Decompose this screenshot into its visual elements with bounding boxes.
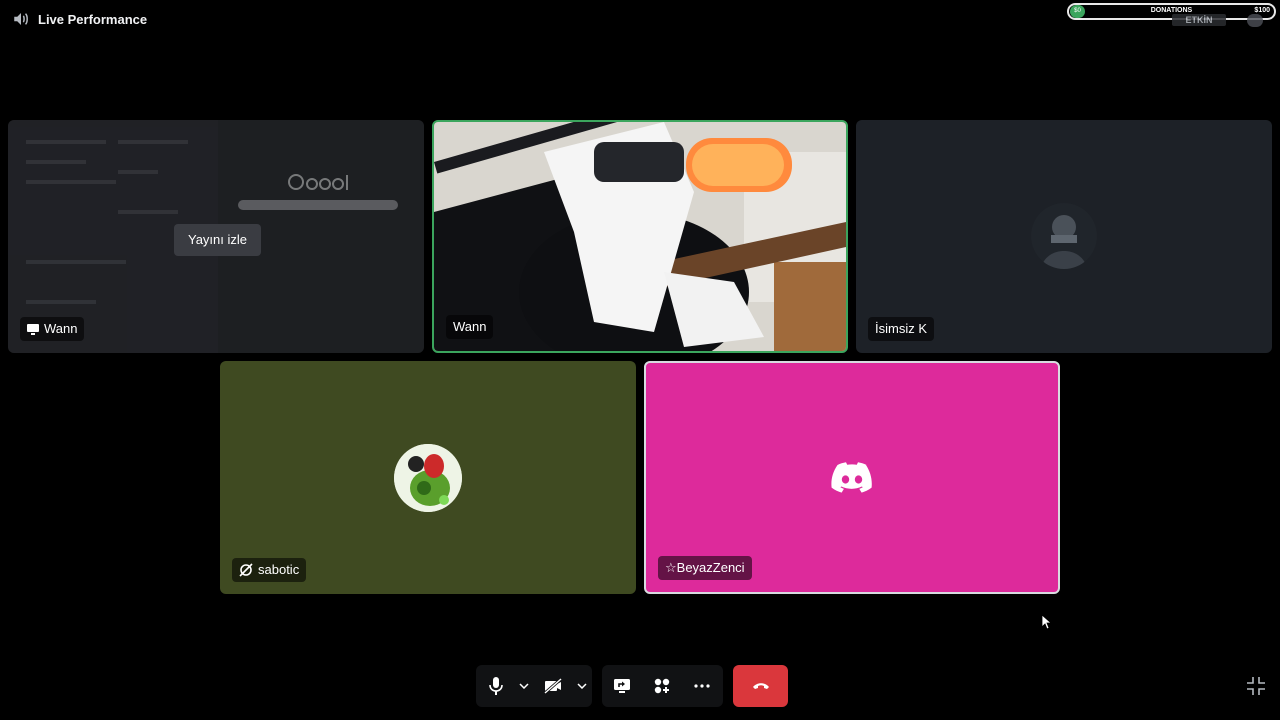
search-logo-icon (288, 174, 348, 190)
participant-tile-avatar[interactable]: ☆BeyazZenci (644, 361, 1060, 594)
voice-controls (476, 665, 592, 707)
participant-name-tag: Wann (20, 317, 85, 341)
camera-off-icon (544, 678, 562, 694)
participant-name: İsimsiz K (875, 321, 927, 336)
call-header: Live Performance (12, 10, 147, 28)
participant-name: ☆BeyazZenci (665, 560, 745, 575)
participant-tile-camera[interactable]: Wann (432, 120, 848, 353)
participant-name-tag: sabotic (232, 558, 307, 582)
screen-share-button[interactable] (602, 665, 642, 707)
chat-bubble-icon[interactable] (1247, 14, 1263, 27)
camera-feed (434, 122, 846, 351)
activities-icon (654, 678, 670, 694)
watch-stream-button[interactable]: Yayını izle (174, 224, 262, 256)
participant-name: Wann (44, 321, 78, 336)
microphone-button[interactable] (476, 665, 516, 707)
chevron-down-icon (519, 683, 529, 689)
participant-tile-avatar[interactable]: sabotic (220, 361, 636, 594)
channel-title: Live Performance (38, 11, 148, 27)
participant-tile-avatar[interactable]: İsimsiz K (856, 120, 1272, 353)
avatar (1031, 203, 1097, 269)
microphone-icon (489, 677, 503, 695)
participant-name-tag: ☆BeyazZenci (658, 556, 752, 580)
more-options-button[interactable] (682, 665, 722, 707)
hangup-icon (752, 683, 769, 689)
monitor-icon (27, 323, 39, 335)
activities-button[interactable] (642, 665, 682, 707)
speaker-icon (14, 13, 28, 25)
screen-share-icon (614, 679, 630, 693)
participant-name: sabotic (258, 562, 300, 577)
donation-label: DONATIONS (1150, 7, 1193, 14)
mouse-cursor-icon (1042, 615, 1052, 629)
avatar (394, 444, 462, 512)
camera-off-icon (239, 563, 253, 577)
microphone-options-button[interactable] (516, 665, 532, 707)
camera-options-button[interactable] (574, 665, 590, 707)
participant-tile-screenshare[interactable]: Yayını izle Wann (8, 120, 424, 353)
exit-fullscreen-icon[interactable] (1246, 676, 1266, 696)
participant-name-tag: Wann (446, 315, 494, 339)
more-icon (694, 684, 710, 688)
call-actions (602, 665, 723, 707)
chevron-down-icon (577, 683, 587, 689)
camera-button[interactable] (532, 665, 574, 707)
participant-name-tag: İsimsiz K (868, 317, 934, 341)
status-badge: ETKİN (1172, 14, 1226, 26)
disconnect-button[interactable] (733, 665, 788, 707)
participant-name: Wann (453, 319, 487, 334)
donation-goal-amount: $100 (1254, 7, 1270, 14)
discord-icon (831, 462, 872, 493)
